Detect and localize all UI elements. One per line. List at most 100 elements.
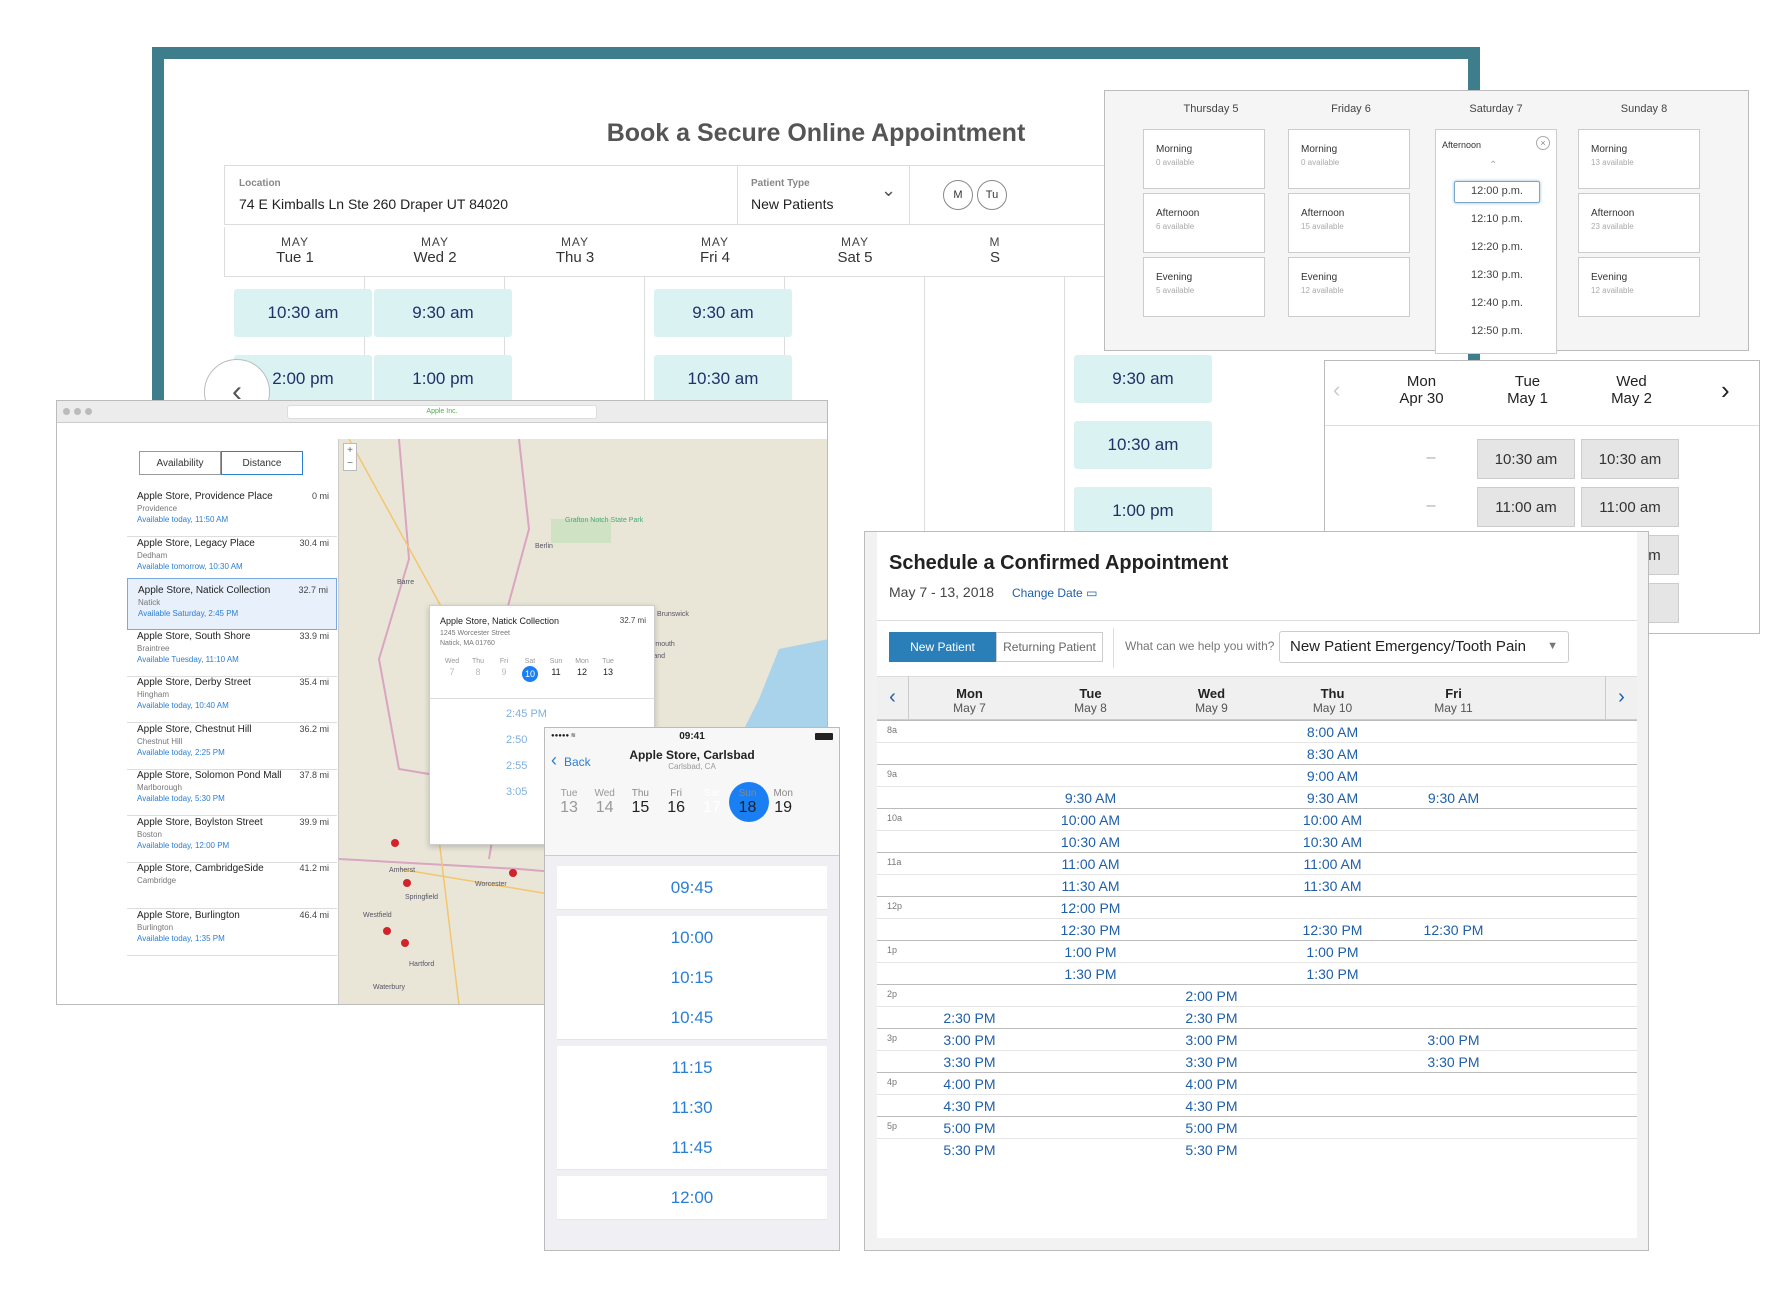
time-slot-link[interactable]: 2:00 PM <box>1151 988 1272 1004</box>
store-list-item[interactable]: Apple Store, Legacy Place 30.4 mi Dedham Av… <box>127 532 337 584</box>
week-day[interactable]: Tue 13 <box>549 788 589 817</box>
map-pin-icon[interactable] <box>403 879 411 887</box>
time-slot-link[interactable]: 2:30 PM <box>909 1010 1030 1026</box>
slot-button[interactable]: 9:30 am <box>1074 355 1212 403</box>
slot-button[interactable]: 1:00 pm <box>1074 487 1212 535</box>
time-slot[interactable]: 09:45 <box>557 866 827 910</box>
time-slot-link[interactable]: 4:00 PM <box>909 1076 1030 1092</box>
next-week-chevron-icon[interactable]: › <box>1605 676 1637 720</box>
time-slot-link[interactable]: 11:00 AM <box>1272 856 1393 872</box>
slot-button[interactable]: 10:30 am <box>1074 421 1212 469</box>
time-slot-link[interactable]: 11:30 AM <box>1272 878 1393 894</box>
time-slot-link[interactable]: 5:30 PM <box>909 1142 1030 1158</box>
week-day[interactable]: Sun 18 <box>728 788 768 817</box>
new-patient-tab[interactable]: New Patient <box>889 632 996 662</box>
time-slot-link[interactable]: 5:00 PM <box>1151 1120 1272 1136</box>
daypart-option[interactable]: Evening 12 available <box>1288 257 1410 317</box>
slot-button[interactable]: 9:30 am <box>654 289 792 337</box>
time-slot-link[interactable]: 8:30 AM <box>1272 746 1393 762</box>
patient-type-select[interactable]: New Patients <box>751 196 833 212</box>
time-slot-link[interactable]: 3:00 PM <box>1151 1032 1272 1048</box>
time-slot[interactable]: 11:45 <box>557 1126 827 1170</box>
time-slot-link[interactable]: 3:30 PM <box>909 1054 1030 1070</box>
popover-day[interactable]: Sun 11 <box>544 658 568 677</box>
time-option[interactable]: 12:40 p.m. <box>1436 297 1558 309</box>
daypart-option[interactable]: Evening 12 available <box>1578 257 1700 317</box>
time-button[interactable]: 11:00 am <box>1581 487 1679 527</box>
popover-time[interactable]: 2:55 <box>506 760 527 772</box>
time-slot-link[interactable]: 10:00 AM <box>1272 812 1393 828</box>
time-option[interactable]: 12:00 p.m. <box>1436 185 1558 197</box>
time-slot-link[interactable]: 8:00 AM <box>1272 724 1393 740</box>
store-list-item[interactable]: Apple Store, Solomon Pond Mall 37.8 mi Mar… <box>127 764 337 816</box>
chevron-down-icon[interactable]: ⌄ <box>881 180 896 201</box>
time-button[interactable]: 10:30 am <box>1477 439 1575 479</box>
returning-patient-tab[interactable]: Returning Patient <box>996 632 1103 662</box>
slot-button[interactable]: 9:30 am <box>374 289 512 337</box>
daypart-option[interactable]: Morning 0 available <box>1288 129 1410 189</box>
time-slot[interactable]: 10:15 <box>557 956 827 1000</box>
time-slot-link[interactable]: 9:30 AM <box>1272 790 1393 806</box>
popover-day[interactable]: Mon 12 <box>570 658 594 677</box>
store-list-item[interactable]: Apple Store, South Shore 33.9 mi Braintree… <box>127 625 337 677</box>
time-slot-link[interactable]: 4:00 PM <box>1151 1076 1272 1092</box>
store-list-item[interactable]: Apple Store, CambridgeSide 41.2 mi Cambrid… <box>127 857 337 909</box>
store-list-item[interactable]: Apple Store, Derby Street 35.4 mi Hingham A… <box>127 671 337 723</box>
week-day[interactable]: Mon 19 <box>763 788 803 817</box>
map-pin-icon[interactable] <box>509 869 517 877</box>
address-bar[interactable]: Apple Inc. <box>287 405 597 419</box>
time-slot-link[interactable]: 1:30 PM <box>1272 966 1393 982</box>
popover-day[interactable]: Sat 10 <box>518 658 542 682</box>
week-day[interactable]: Wed 14 <box>585 788 625 817</box>
window-close-icon[interactable] <box>63 408 70 415</box>
time-slot-link[interactable]: 10:00 AM <box>1030 812 1151 828</box>
time-slot-link[interactable]: 1:30 PM <box>1030 966 1151 982</box>
time-slot-link[interactable]: 10:30 AM <box>1030 834 1151 850</box>
time-slot-link[interactable]: 12:30 PM <box>1272 922 1393 938</box>
store-list-item[interactable]: Apple Store, Chestnut Hill 36.2 mi Chestnu… <box>127 718 337 770</box>
day-toggle-mon[interactable]: M <box>943 180 973 210</box>
location-field[interactable]: 74 E Kimballs Ln Ste 260 Draper UT 84020 <box>239 196 508 212</box>
popover-day[interactable]: Wed 7 <box>440 658 464 677</box>
time-slot-link[interactable]: 9:30 AM <box>1393 790 1514 806</box>
time-slot-link[interactable]: 12:30 PM <box>1030 922 1151 938</box>
slot-button[interactable]: 10:30 am <box>654 355 792 403</box>
window-zoom-icon[interactable] <box>85 408 92 415</box>
daypart-option[interactable]: Afternoon 6 available <box>1143 193 1265 253</box>
time-slot-link[interactable]: 4:30 PM <box>1151 1098 1272 1114</box>
chevron-right-icon[interactable]: › <box>1721 375 1730 406</box>
chevron-left-icon[interactable]: ‹ <box>1333 377 1340 403</box>
reason-select[interactable]: New Patient Emergency/Tooth Pain ▼ <box>1279 631 1569 663</box>
close-icon[interactable]: × <box>1536 136 1550 150</box>
store-list-item[interactable]: Apple Store, Boylston Street 39.9 mi Bosto… <box>127 811 337 863</box>
time-option[interactable]: 12:10 p.m. <box>1436 213 1558 225</box>
store-list-item[interactable]: Apple Store, Burlington 46.4 mi Burlington… <box>127 904 337 956</box>
time-slot-link[interactable]: 3:30 PM <box>1151 1054 1272 1070</box>
daypart-option[interactable]: Afternoon 15 available <box>1288 193 1410 253</box>
daypart-option[interactable]: Afternoon 23 available <box>1578 193 1700 253</box>
change-date-link[interactable]: Change Date ▭ <box>1012 586 1097 600</box>
time-option[interactable]: 12:50 p.m. <box>1436 325 1558 337</box>
store-list-item[interactable]: Apple Store, Natick Collection 32.7 mi Nat… <box>127 578 337 630</box>
time-button[interactable]: 10:30 am <box>1581 439 1679 479</box>
time-slot-link[interactable]: 4:30 PM <box>909 1098 1030 1114</box>
time-option[interactable]: 12:20 p.m. <box>1436 241 1558 253</box>
time-slot-link[interactable]: 3:00 PM <box>909 1032 1030 1048</box>
time-slot[interactable]: 12:00 <box>557 1176 827 1220</box>
time-slot-link[interactable]: 3:00 PM <box>1393 1032 1514 1048</box>
popover-day[interactable]: Thu 8 <box>466 658 490 677</box>
window-minimize-icon[interactable] <box>74 408 81 415</box>
map-pin-icon[interactable] <box>401 939 409 947</box>
week-day[interactable]: Fri 16 <box>656 788 696 817</box>
time-slot-link[interactable]: 5:00 PM <box>909 1120 1030 1136</box>
daypart-option[interactable]: Morning 13 available <box>1578 129 1700 189</box>
popover-day[interactable]: Tue 13 <box>596 658 620 677</box>
time-slot-link[interactable]: 12:00 PM <box>1030 900 1151 916</box>
time-slot-link[interactable]: 12:30 PM <box>1393 922 1514 938</box>
day-toggle-tue[interactable]: Tu <box>977 180 1007 210</box>
time-slot-link[interactable]: 1:00 PM <box>1272 944 1393 960</box>
time-slot-link[interactable]: 2:30 PM <box>1151 1010 1272 1026</box>
time-slot-link[interactable]: 5:30 PM <box>1151 1142 1272 1158</box>
popover-time[interactable]: 2:50 <box>506 734 527 746</box>
availability-tab[interactable]: Availability <box>139 451 221 475</box>
